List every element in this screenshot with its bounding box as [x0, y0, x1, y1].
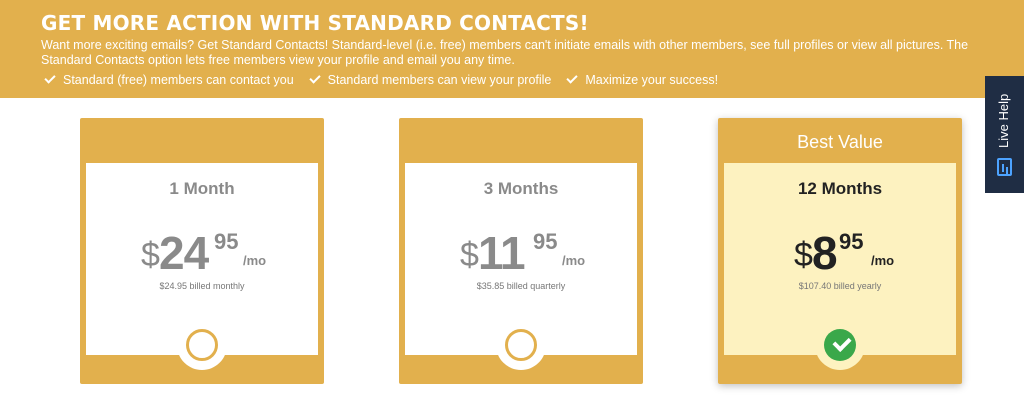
plan-price: $ 8 95 /mo: [724, 226, 956, 279]
billed-note: $107.40 billed yearly: [798, 281, 882, 291]
live-help-label: Live Help: [996, 93, 1011, 148]
plan-card-3-months[interactable]: 3 Months $ 11 95 /mo $35.85 billed quart…: [399, 118, 643, 384]
price-whole: 24: [159, 227, 209, 279]
best-value-header: Best Value: [797, 132, 883, 152]
benefit-item: Standard members can view your profile: [306, 72, 552, 87]
check-icon: [566, 72, 579, 84]
promo-banner: GET MORE ACTION WITH STANDARD CONTACTS! …: [0, 0, 1024, 98]
benefit-label: Standard (free) members can contact you: [63, 73, 294, 87]
price-cents: 95: [839, 229, 864, 254]
plan-price: $ 24 95 /mo: [86, 226, 318, 279]
banner-title: GET MORE ACTION WITH STANDARD CONTACTS!: [41, 11, 589, 35]
radio-unchecked-icon: [505, 329, 537, 361]
check-icon: [309, 72, 321, 84]
radio-unchecked-icon: [186, 329, 218, 361]
price-cents: 95: [214, 229, 239, 254]
price-period: /mo: [871, 253, 895, 268]
currency-symbol: $: [141, 236, 160, 274]
currency-symbol: $: [460, 236, 479, 274]
price-period: /mo: [243, 253, 267, 268]
chat-icon: [997, 158, 1012, 176]
plan-header: [80, 118, 324, 163]
plan-select-radio[interactable]: [496, 320, 546, 370]
billed-note: $35.85 billed quarterly: [476, 281, 566, 291]
price-period: /mo: [562, 253, 586, 268]
price-cents: 95: [533, 229, 558, 254]
benefits-list: Standard (free) members can contact you …: [41, 72, 1024, 87]
plan-term: 12 Months: [797, 179, 883, 198]
banner-description: Want more exciting emails? Get Standard …: [41, 38, 969, 67]
benefit-label: Standard members can view your profile: [327, 73, 552, 87]
plan-select-radio[interactable]: [177, 320, 227, 370]
plan-select-radio[interactable]: [815, 320, 865, 370]
plan-term: 1 Month: [169, 179, 235, 198]
plan-term: 3 Months: [483, 179, 559, 198]
plan-card-12-months[interactable]: Best Value 12 Months $ 8 95 /mo $107.40 …: [718, 118, 962, 384]
plan-header: [399, 118, 643, 163]
benefit-label: Maximize your success!: [585, 73, 719, 87]
price-whole: 8: [812, 227, 838, 279]
live-help-tab[interactable]: Live Help: [985, 76, 1024, 193]
benefit-item: Standard (free) members can contact you: [41, 72, 294, 87]
billed-note: $24.95 billed monthly: [159, 281, 245, 291]
price-whole: 11: [478, 227, 526, 279]
currency-symbol: $: [794, 236, 813, 274]
plan-card-1-month[interactable]: 1 Month $ 24 95 /mo $24.95 billed monthl…: [80, 118, 324, 384]
check-icon: [44, 72, 56, 84]
plan-price: $ 11 95 /mo: [405, 226, 637, 279]
benefit-item: Maximize your success!: [563, 72, 719, 87]
checkmark-selected-icon: [824, 329, 856, 361]
